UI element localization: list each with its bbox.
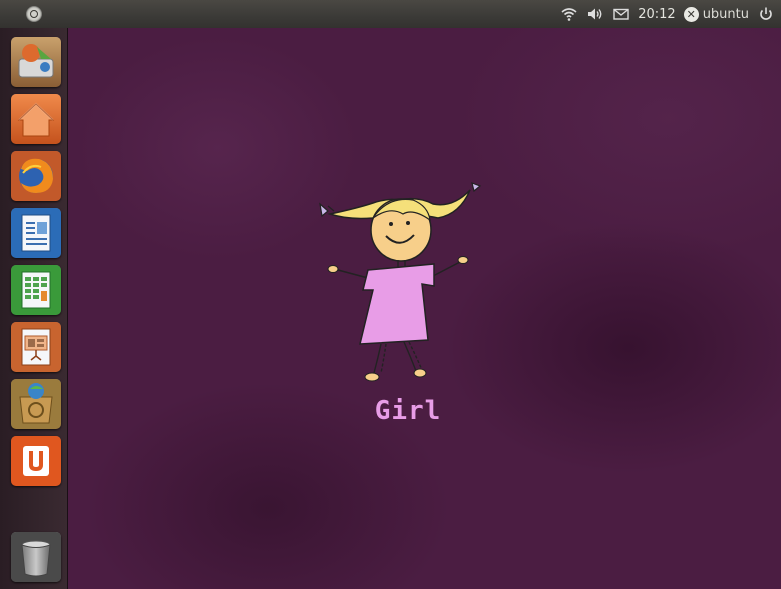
username-label: ubuntu bbox=[702, 6, 749, 22]
dash-button[interactable] bbox=[0, 0, 67, 28]
desktop[interactable]: Girl bbox=[68, 28, 781, 589]
ubuntu-one-icon bbox=[11, 436, 61, 486]
launcher-item-firefox[interactable] bbox=[11, 151, 61, 201]
ubuntu-logo-icon bbox=[25, 6, 42, 22]
launcher-item-impress[interactable] bbox=[11, 322, 61, 372]
software-center-icon bbox=[11, 379, 61, 429]
top-panel: 20:12 ✕ ubuntu bbox=[0, 0, 781, 28]
trash-icon bbox=[11, 532, 61, 582]
launcher bbox=[0, 28, 68, 589]
installer-icon bbox=[11, 37, 61, 87]
launcher-item-writer[interactable] bbox=[11, 208, 61, 258]
launcher-item-software-center[interactable] bbox=[11, 379, 61, 429]
session-menu[interactable]: ✕ ubuntu bbox=[683, 6, 749, 22]
calc-icon bbox=[11, 265, 61, 315]
writer-icon bbox=[11, 208, 61, 258]
launcher-item-installer[interactable] bbox=[11, 37, 61, 87]
wifi-icon[interactable] bbox=[560, 5, 578, 23]
clock[interactable]: 20:12 bbox=[638, 7, 675, 22]
firefox-icon bbox=[11, 151, 61, 201]
indicator-area: 20:12 ✕ ubuntu bbox=[552, 0, 781, 28]
mail-icon[interactable] bbox=[612, 5, 630, 23]
launcher-item-home[interactable] bbox=[11, 94, 61, 144]
power-icon[interactable] bbox=[757, 5, 775, 23]
session-icon: ✕ bbox=[683, 6, 699, 22]
impress-icon bbox=[11, 322, 61, 372]
volume-icon[interactable] bbox=[586, 5, 604, 23]
launcher-item-calc[interactable] bbox=[11, 265, 61, 315]
girl-illustration bbox=[319, 182, 482, 382]
launcher-item-trash[interactable] bbox=[11, 532, 61, 582]
launcher-item-ubuntu-one[interactable] bbox=[11, 436, 61, 486]
home-icon bbox=[11, 94, 61, 144]
wallpaper-caption: Girl bbox=[374, 396, 442, 426]
